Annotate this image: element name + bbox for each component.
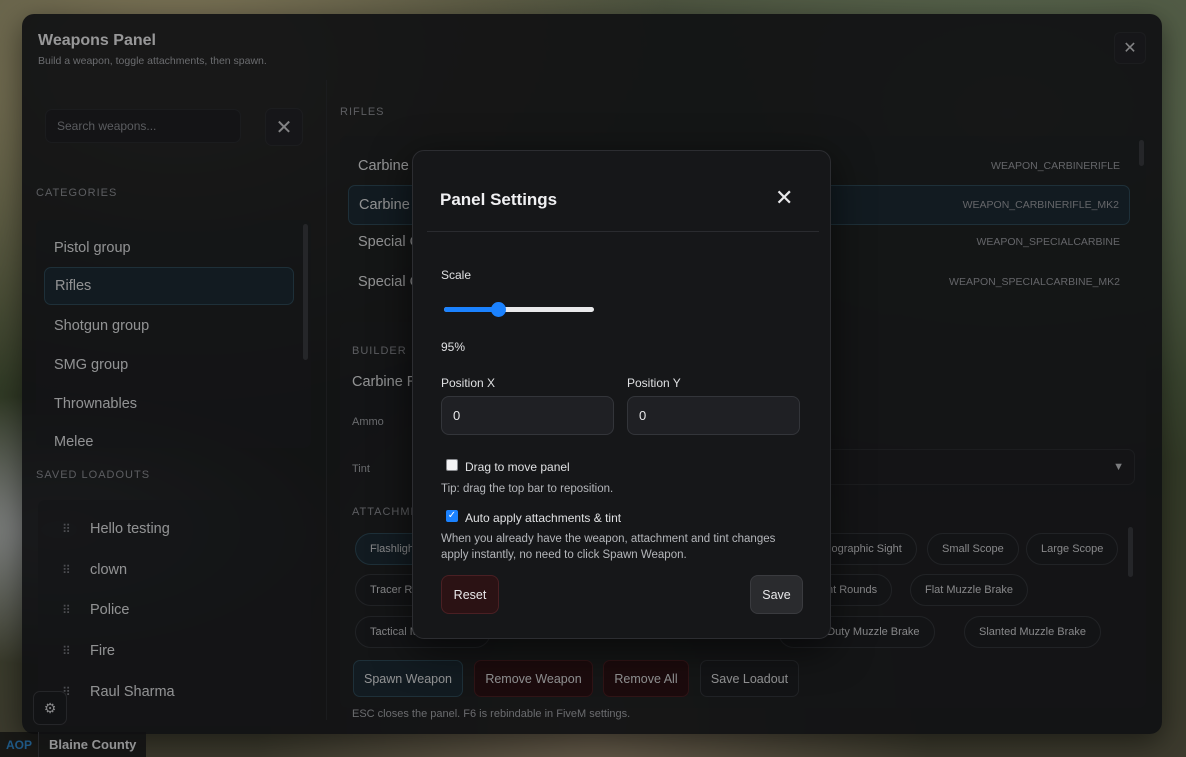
position-y-input[interactable]	[627, 396, 800, 435]
scale-slider-fill	[444, 307, 498, 312]
auto-apply-description-2: apply instantly, no need to click Spawn …	[441, 549, 687, 561]
auto-apply-label[interactable]: Auto apply attachments & tint	[465, 511, 621, 525]
drag-tip: Tip: drag the top bar to reposition.	[441, 483, 614, 495]
reset-button[interactable]: Reset	[441, 575, 499, 614]
scale-slider-handle[interactable]	[491, 302, 506, 317]
close-icon: ✕	[775, 185, 794, 210]
scale-label: Scale	[441, 268, 472, 282]
modal-divider	[427, 231, 819, 232]
position-y-label: Position Y	[627, 376, 681, 390]
modal-close-button[interactable]: ✕	[775, 187, 793, 209]
auto-apply-checkbox[interactable]: ✓	[446, 510, 458, 522]
drag-to-move-label[interactable]: Drag to move panel	[465, 460, 570, 474]
position-x-label: Position X	[441, 376, 496, 390]
check-icon: ✓	[447, 510, 457, 521]
save-button[interactable]: Save	[750, 575, 803, 614]
auto-apply-description-1: When you already have the weapon, attach…	[441, 533, 776, 545]
scale-value: 95%	[441, 340, 466, 354]
scale-slider[interactable]	[444, 302, 594, 317]
position-x-input[interactable]	[441, 396, 614, 435]
drag-to-move-checkbox[interactable]	[446, 459, 458, 471]
modal-title: Panel Settings	[440, 190, 558, 209]
panel-settings-modal: Panel Settings ✕ Scale 95% Position X Po…	[412, 150, 831, 639]
